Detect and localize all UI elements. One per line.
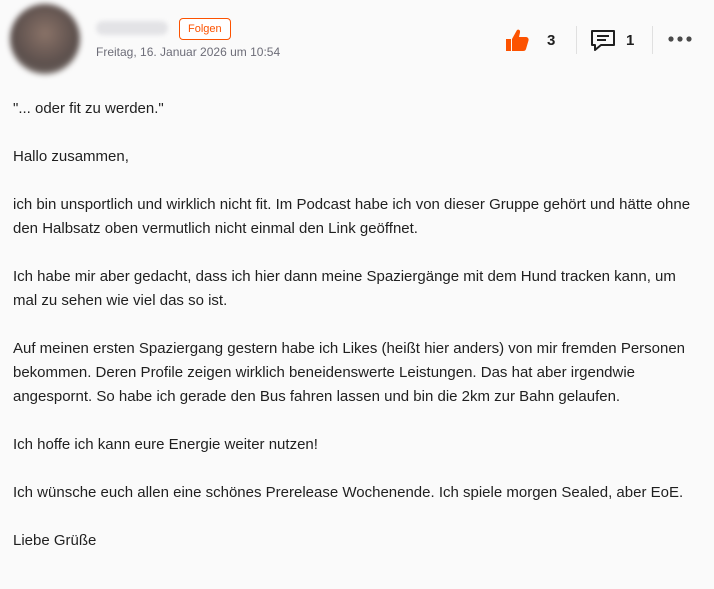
post-paragraph: Ich hoffe ich kann eure Energie weiter n… <box>13 436 318 453</box>
comment-icon <box>591 30 615 51</box>
follow-button[interactable]: Folgen <box>179 18 231 40</box>
more-options-button[interactable] <box>664 24 694 56</box>
post-header: Folgen Freitag, 16. Januar 2026 um 10:54… <box>0 0 714 80</box>
post-paragraph: Hallo zusammen, <box>13 148 129 165</box>
post-card: Folgen Freitag, 16. Januar 2026 um 10:54… <box>0 0 714 589</box>
post-paragraph: Ich wünsche euch allen eine schönes Prer… <box>13 484 684 501</box>
post-paragraph: Liebe Grüße <box>13 532 97 549</box>
post-paragraph: "... oder fit zu werden." <box>13 100 164 117</box>
comment-button[interactable]: 1 <box>588 24 644 56</box>
post-paragraph: Auf meinen ersten Spaziergang gestern ha… <box>13 340 686 405</box>
kudos-count: 3 <box>547 32 556 49</box>
divider <box>576 26 577 54</box>
kudos-button[interactable]: 3 <box>502 24 562 56</box>
divider <box>652 26 653 54</box>
post-paragraph: ich bin unsportlich und wirklich nicht f… <box>13 196 691 237</box>
post-paragraph: Ich habe mir aber gedacht, dass ich hier… <box>13 268 676 309</box>
comment-count: 1 <box>626 32 635 49</box>
post-timestamp: Freitag, 16. Januar 2026 um 10:54 <box>96 45 281 59</box>
thumbs-up-icon <box>506 29 529 51</box>
author-name-blurred[interactable] <box>96 21 168 35</box>
avatar[interactable] <box>10 4 80 74</box>
more-icon <box>668 36 692 42</box>
post-body: "... oder fit zu werden." Hallo zusammen… <box>13 97 703 577</box>
